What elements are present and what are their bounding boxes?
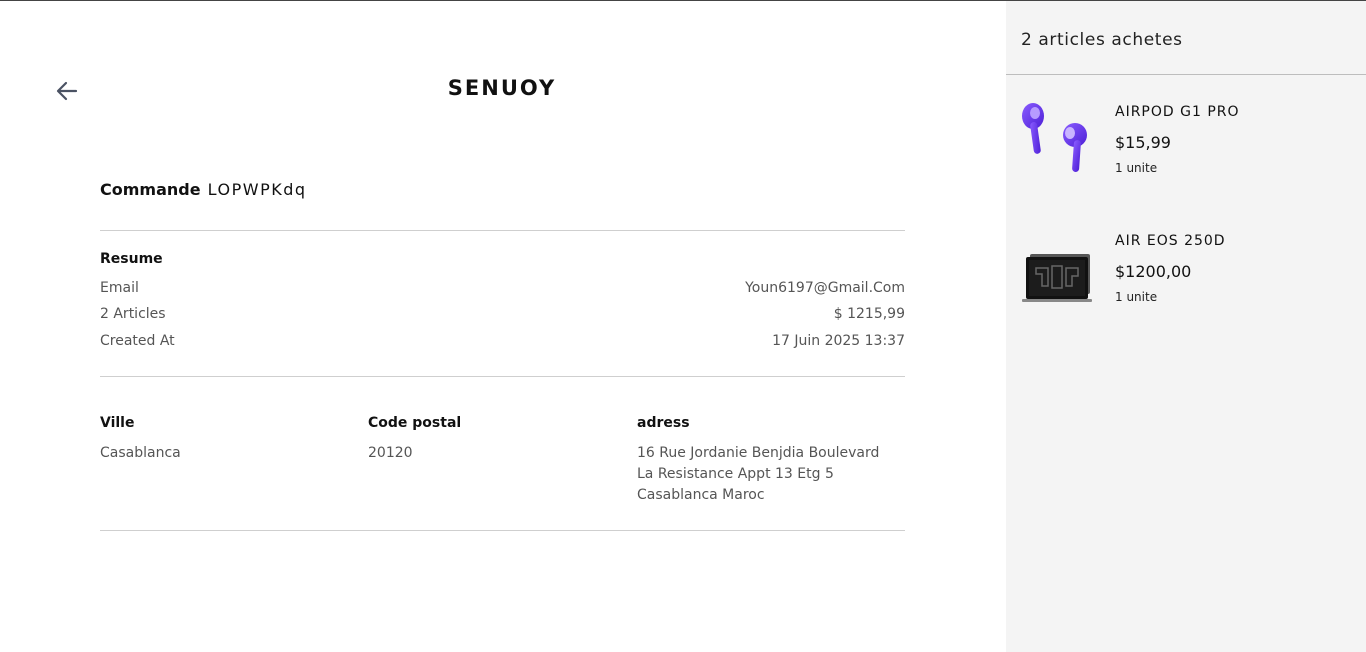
summary-value: Youn6197@Gmail.Com bbox=[745, 280, 905, 296]
city-value: Casablanca bbox=[100, 445, 181, 461]
summary-row-email: Email Youn6197@Gmail.Com bbox=[100, 280, 905, 296]
sidebar-title: 2 articles achetes bbox=[1021, 30, 1183, 50]
postal-value: 20120 bbox=[368, 445, 413, 461]
summary-label: Email bbox=[100, 280, 139, 296]
summary-title: Resume bbox=[100, 251, 163, 267]
summary-value: $ 1215,99 bbox=[833, 306, 905, 322]
divider bbox=[1006, 74, 1366, 75]
postal-label: Code postal bbox=[368, 415, 462, 431]
postal-column: Code postal 20120 bbox=[368, 415, 461, 464]
address-line: La Resistance Appt 13 Etg 5 bbox=[637, 466, 834, 482]
product-image bbox=[1018, 238, 1098, 318]
laptop-icon bbox=[1022, 254, 1092, 302]
product-price: $15,99 bbox=[1115, 133, 1171, 152]
earbuds-icon bbox=[1022, 103, 1087, 173]
divider bbox=[100, 376, 905, 377]
city-column: Ville Casablanca bbox=[100, 415, 181, 464]
product-image bbox=[1018, 100, 1098, 180]
summary-value: 17 Juin 2025 13:37 bbox=[772, 333, 905, 349]
product-price: $1200,00 bbox=[1115, 262, 1192, 281]
order-heading: Commande LOPWPKdq bbox=[100, 180, 307, 199]
address-column: adress 16 Rue Jordanie Benjdia Boulevard… bbox=[637, 415, 879, 506]
cart-item[interactable]: AIRPOD G1 PRO $15,99 1 unite bbox=[1006, 103, 1366, 204]
brand-logo: SENUOY bbox=[447, 76, 557, 100]
address-line: Casablanca Maroc bbox=[637, 487, 765, 503]
order-details-panel: SENUOY Commande LOPWPKdq Resume Email Yo… bbox=[0, 1, 1006, 652]
address-label: adress bbox=[637, 415, 690, 431]
summary-label: Created At bbox=[100, 333, 175, 349]
summary-row-created: Created At 17 Juin 2025 13:37 bbox=[100, 333, 905, 349]
product-name: AIRPOD G1 PRO bbox=[1115, 104, 1240, 120]
summary-row-articles: 2 Articles $ 1215,99 bbox=[100, 306, 905, 322]
city-label: Ville bbox=[100, 415, 135, 431]
cart-sidebar: 2 articles achetes AIRPOD G1 PRO $15,99 bbox=[1006, 1, 1366, 652]
product-quantity: 1 unite bbox=[1115, 290, 1158, 304]
summary-label: 2 Articles bbox=[100, 306, 166, 322]
address-line: 16 Rue Jordanie Benjdia Boulevard bbox=[637, 445, 880, 461]
divider bbox=[100, 230, 905, 231]
divider bbox=[100, 530, 905, 531]
product-quantity: 1 unite bbox=[1115, 161, 1158, 175]
product-name: AIR EOS 250D bbox=[1115, 233, 1226, 249]
order-label: Commande bbox=[100, 180, 201, 199]
order-number: LOPWPKdq bbox=[207, 180, 307, 199]
cart-item[interactable]: AIR EOS 250D $1200,00 1 unite bbox=[1006, 233, 1366, 333]
